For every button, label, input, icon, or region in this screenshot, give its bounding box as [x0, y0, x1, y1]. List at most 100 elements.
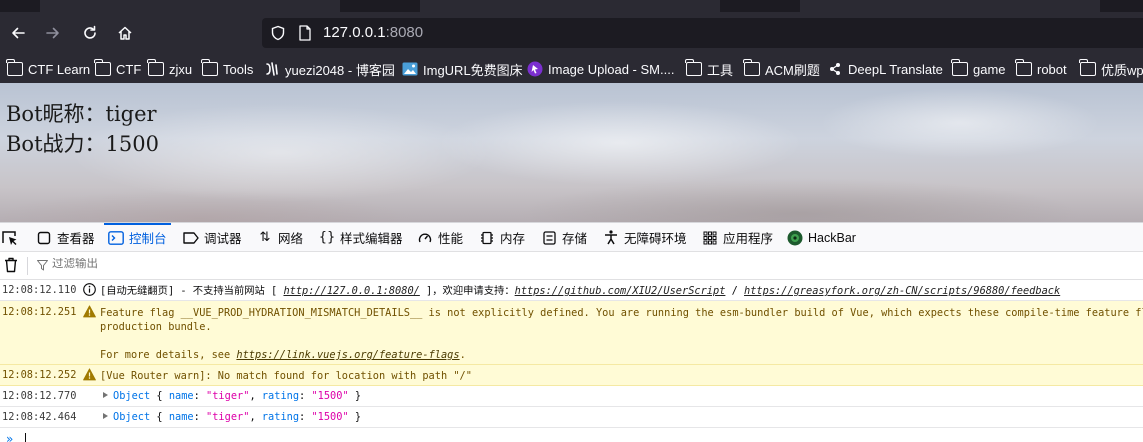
navigation-bar: 127.0.0.1:8080 — [0, 12, 1143, 55]
object-value: "tiger" — [206, 390, 250, 402]
url-text[interactable]: 127.0.0.1:8080 — [323, 24, 423, 41]
bookmark-youzhi-wp[interactable]: 优质wp — [1079, 59, 1143, 78]
bookmark-label: zjxu — [169, 61, 193, 77]
browser-tab[interactable] — [800, 0, 1100, 12]
tab-memory[interactable]: 内存 — [479, 223, 525, 252]
tab-accessibility[interactable]: 无障碍环境 — [603, 223, 687, 252]
tab-console[interactable]: 控制台 — [104, 223, 171, 252]
console-message-log[interactable]: 12:08:12.770 Object { name: "tiger", rat… — [0, 386, 1143, 407]
folder-icon — [1079, 59, 1096, 76]
object-key: rating — [261, 390, 300, 402]
tab-hackbar[interactable]: HackBar — [787, 223, 856, 252]
page-content: Bot昵称：tiger Bot战力：1500 — [0, 83, 1143, 222]
message-link[interactable]: https://greasyfork.org/zh-CN/scripts/968… — [744, 285, 1060, 297]
expand-triangle-icon[interactable] — [103, 413, 108, 419]
inspector-icon — [36, 230, 52, 246]
bookmark-zjxu[interactable]: zjxu — [147, 59, 193, 78]
folder-icon — [685, 59, 702, 76]
home-button[interactable] — [110, 18, 140, 48]
bookmark-label: CTF Learn — [28, 61, 91, 77]
trash-icon[interactable] — [4, 257, 18, 273]
bookmark-label: 工具 — [707, 62, 734, 78]
object-value: "1500" — [311, 411, 349, 423]
reload-button[interactable] — [75, 18, 105, 48]
folder-icon — [94, 59, 111, 76]
bookmark-gongju[interactable]: 工具 — [685, 59, 734, 78]
warning-icon — [83, 305, 96, 318]
tab-inspector[interactable]: 查看器 — [36, 223, 95, 252]
tracking-protection-shield-icon[interactable] — [270, 25, 286, 41]
image-icon — [402, 62, 418, 76]
message-line: production bundle. — [100, 321, 212, 333]
memory-icon — [479, 230, 495, 246]
message-link[interactable]: https://github.com/XIU2/UserScript — [515, 285, 726, 297]
bookmark-ctf-learn[interactable]: CTF Learn — [6, 59, 91, 78]
hackbar-icon — [787, 230, 803, 246]
tab-debugger[interactable]: 调试器 — [183, 223, 242, 252]
console-message-warning: 12:08:12.251 Feature flag __VUE_PROD_HYD… — [0, 301, 1143, 365]
bot-name-text: Bot昵称：tiger — [6, 102, 157, 126]
object-preview[interactable]: Object { name: "tiger", rating: "1500" } — [113, 411, 361, 423]
bookmark-tools[interactable]: Tools — [201, 59, 254, 78]
cnblogs-icon — [266, 62, 278, 76]
object-value: "1500" — [311, 390, 349, 402]
object-value: "tiger" — [206, 411, 250, 423]
bookmark-acm[interactable]: ACM刷题 — [743, 59, 820, 78]
filter-output-input[interactable] — [52, 258, 352, 270]
tab-storage[interactable]: 存储 — [541, 223, 587, 252]
tab-performance[interactable]: 性能 — [417, 223, 463, 252]
page-info-icon[interactable] — [298, 25, 312, 41]
bookmark-game[interactable]: game — [951, 59, 1006, 78]
bookmark-ctf[interactable]: CTF — [94, 59, 142, 78]
bot-rating-text: Bot战力：1500 — [6, 132, 159, 156]
object-key: rating — [261, 411, 300, 423]
bookmark-imgurl[interactable]: ImgURL免费图床 — [402, 60, 523, 78]
console-input-caret[interactable] — [25, 433, 26, 442]
storage-icon — [541, 230, 557, 246]
element-picker-icon[interactable] — [1, 229, 19, 247]
tab-label: 调试器 — [204, 232, 242, 246]
reload-icon — [84, 25, 96, 39]
smms-icon — [527, 61, 543, 77]
tab-label: HackBar — [808, 230, 856, 245]
accessibility-icon — [603, 230, 619, 246]
bookmark-label: Tools — [223, 61, 254, 77]
folder-icon — [201, 59, 218, 76]
bookmark-robot[interactable]: robot — [1015, 59, 1067, 78]
tab-application[interactable]: 应用程序 — [702, 223, 773, 252]
bookmark-deepl[interactable]: DeepL Translate — [827, 60, 943, 78]
timestamp: 12:08:42.464 — [2, 411, 77, 423]
object-preview[interactable]: Object { name: "tiger", rating: "1500" } — [113, 390, 361, 402]
tab-style-editor[interactable]: {} 样式编辑器 — [319, 223, 403, 252]
console-message-log[interactable]: 12:08:42.464 Object { name: "tiger", rat… — [0, 407, 1143, 428]
browser-tab[interactable] — [40, 0, 340, 12]
folder-icon — [951, 59, 968, 76]
console-output: 12:08:12.110 [自动无缝翻页] - 不支持当前网站 [ http:/… — [0, 280, 1143, 442]
message-middle: ]，欢迎申请支持： — [419, 285, 515, 297]
bookmark-cnblogs[interactable]: yuezi2048 - 博客园 — [264, 60, 395, 78]
message-link[interactable]: https://link.vuejs.org/feature-flags — [236, 349, 459, 361]
console-message-info: 12:08:12.110 [自动无缝翻页] - 不支持当前网站 [ http:/… — [0, 280, 1143, 301]
message-line-suffix: . — [459, 349, 466, 361]
back-arrow-icon — [12, 27, 25, 39]
tab-network[interactable]: ⇅ 网络 — [257, 223, 303, 252]
browser-tab[interactable] — [420, 0, 720, 12]
application-icon — [702, 230, 718, 246]
bookmark-label: robot — [1037, 61, 1067, 77]
message-link[interactable]: http://127.0.0.1:8080/ — [283, 285, 419, 297]
console-filter-bar — [0, 252, 1143, 280]
object-key: name — [168, 390, 194, 402]
tab-label: 查看器 — [57, 232, 95, 246]
bookmark-label: CTF — [116, 61, 142, 77]
forward-button[interactable] — [38, 18, 68, 48]
message-text: [自动无缝翻页] - 不支持当前网站 [ http://127.0.0.1:80… — [100, 284, 1060, 298]
url-host: 127.0.0.1 — [323, 24, 386, 41]
message-line: Feature flag __VUE_PROD_HYDRATION_MISMAT… — [100, 307, 1143, 319]
message-text: [Vue Router warn]: No match found for lo… — [100, 370, 472, 382]
bookmark-label: Image Upload - SM.... — [548, 61, 675, 77]
bookmark-smms[interactable]: Image Upload - SM.... — [527, 60, 674, 78]
url-bar[interactable]: 127.0.0.1:8080 — [262, 18, 1143, 48]
object-keyword: Object — [113, 390, 151, 402]
back-button[interactable] — [3, 18, 33, 48]
expand-triangle-icon[interactable] — [103, 392, 108, 398]
